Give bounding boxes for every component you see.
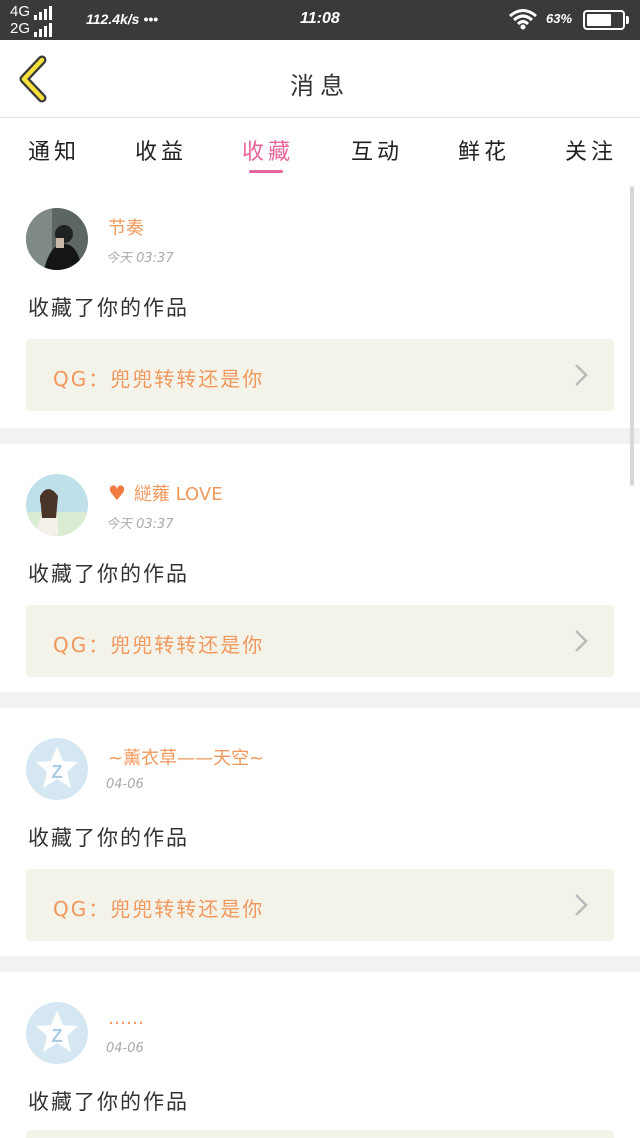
list-item: 节奏 今天 03:37 收藏了你的作品 QG：兜兜转转还是你 xyxy=(0,178,640,428)
list-item: Z ~薰衣草——天空~ 04-06 收藏了你的作品 QG：兜兜转转还是你 xyxy=(0,708,640,956)
action-text: 收藏了你的作品 xyxy=(28,562,189,586)
list-item: Z …… 04-06 收藏了你的作品 xyxy=(0,972,640,1138)
user-name[interactable]: 节奏 xyxy=(108,214,144,240)
page-title: 消息 xyxy=(290,72,350,100)
battery-percent: 63% xyxy=(546,11,573,26)
chevron-right-icon xyxy=(575,364,588,386)
active-tab-indicator xyxy=(249,170,283,173)
timestamp: 今天 03:37 xyxy=(106,251,174,266)
tab-flowers[interactable]: 鲜花 xyxy=(458,134,510,166)
network-speed: 112.4k/s ••• xyxy=(86,11,159,27)
wifi-icon xyxy=(509,9,537,30)
clock: 11:08 xyxy=(300,10,340,27)
work-link[interactable] xyxy=(26,1130,614,1138)
tab-following[interactable]: 关注 xyxy=(565,134,617,166)
work-link[interactable]: QG：兜兜转转还是你 xyxy=(26,869,614,941)
avatar[interactable]: Z xyxy=(26,738,88,800)
status-bar: 4G 2G 112.4k/s ••• 11:08 63% xyxy=(0,0,640,40)
chevron-right-icon xyxy=(575,894,588,916)
heart-icon: ♥ xyxy=(108,481,126,505)
header: 消息 xyxy=(0,40,640,118)
battery-icon xyxy=(583,10,629,30)
tab-earnings[interactable]: 收益 xyxy=(135,134,187,166)
avatar[interactable] xyxy=(26,208,88,270)
svg-text:Z: Z xyxy=(52,1026,63,1046)
network-indicator: 4G 2G xyxy=(10,3,53,37)
action-text: 收藏了你的作品 xyxy=(28,826,189,850)
user-name[interactable]: ♥ 縌蕹 LOVE xyxy=(108,480,223,506)
signal-bars-icon xyxy=(34,6,53,20)
scrollbar[interactable] xyxy=(630,186,634,486)
tab-favorites[interactable]: 收藏 xyxy=(242,134,294,166)
tab-bar: 通知 收益 收藏 互动 鲜花 关注 xyxy=(0,118,640,178)
chevron-right-icon xyxy=(575,630,588,652)
timestamp: 04-06 xyxy=(106,777,144,792)
avatar[interactable]: Z xyxy=(26,1002,88,1064)
user-name[interactable]: …… xyxy=(108,1008,144,1029)
work-link[interactable]: QG：兜兜转转还是你 xyxy=(26,339,614,411)
work-title: QG：兜兜转转还是你 xyxy=(53,367,265,391)
tab-interactions[interactable]: 互动 xyxy=(351,134,403,166)
user-name[interactable]: ~薰衣草——天空~ xyxy=(108,744,264,770)
action-text: 收藏了你的作品 xyxy=(28,296,189,320)
message-feed: 节奏 今天 03:37 收藏了你的作品 QG：兜兜转转还是你 ♥ 縌蕹 LOVE … xyxy=(0,178,640,1138)
action-text: 收藏了你的作品 xyxy=(28,1090,189,1114)
signal-bars-icon xyxy=(34,23,53,37)
timestamp: 今天 03:37 xyxy=(106,517,174,532)
network-2g-label: 2G xyxy=(10,20,31,37)
list-item: ♥ 縌蕹 LOVE 今天 03:37 收藏了你的作品 QG：兜兜转转还是你 xyxy=(0,444,640,692)
user-name-text: 縌蕹 LOVE xyxy=(133,484,223,505)
work-title: QG：兜兜转转还是你 xyxy=(53,633,265,657)
avatar[interactable] xyxy=(26,474,88,536)
network-4g-label: 4G xyxy=(10,3,31,20)
timestamp: 04-06 xyxy=(106,1041,144,1056)
tab-notifications[interactable]: 通知 xyxy=(28,134,80,166)
work-title: QG：兜兜转转还是你 xyxy=(53,897,265,921)
work-link[interactable]: QG：兜兜转转还是你 xyxy=(26,605,614,677)
svg-text:Z: Z xyxy=(52,762,63,782)
